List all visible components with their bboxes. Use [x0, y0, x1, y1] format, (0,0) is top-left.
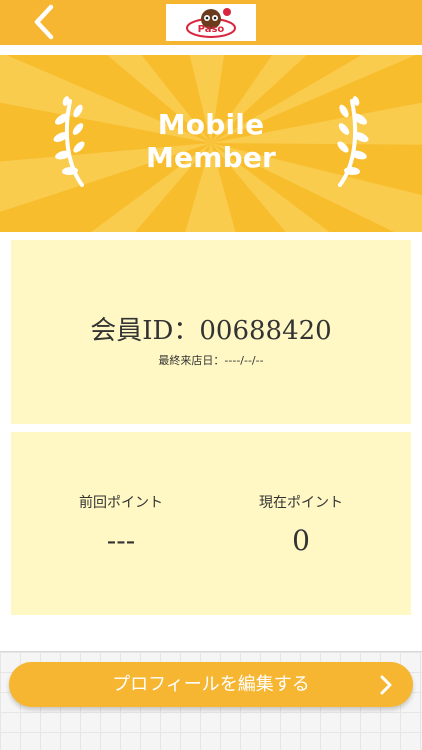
logo-text: Paso [198, 24, 225, 35]
banner-title-line1: Mobile [157, 108, 265, 141]
current-points-value: 0 [292, 524, 310, 557]
paso-logo-icon: Paso [186, 7, 236, 38]
member-id-card: 会員ID：00688420 最終来店日：----/--/-- [11, 240, 411, 424]
back-button[interactable] [26, 4, 62, 40]
top-bar: Paso [0, 0, 422, 45]
previous-points-value: --- [106, 524, 136, 557]
chevron-right-icon [380, 675, 392, 695]
banner-title: Mobile Member [0, 108, 422, 174]
chevron-left-icon [34, 4, 54, 40]
member-id: 会員ID：00688420 [90, 316, 332, 346]
mobile-member-banner: Mobile Member [0, 55, 422, 232]
points-card: 前回ポイント --- 現在ポイント 0 [11, 432, 411, 615]
edit-profile-label: プロフィールを編集する [112, 674, 310, 695]
last-visit-date: 最終来店日：----/--/-- [158, 354, 264, 367]
banner-title-line2: Member [145, 141, 277, 174]
edit-profile-button[interactable]: プロフィールを編集する [9, 662, 413, 707]
current-points-label: 現在ポイント [259, 495, 343, 511]
previous-points-label: 前回ポイント [79, 495, 163, 511]
app-logo: Paso [166, 4, 256, 41]
